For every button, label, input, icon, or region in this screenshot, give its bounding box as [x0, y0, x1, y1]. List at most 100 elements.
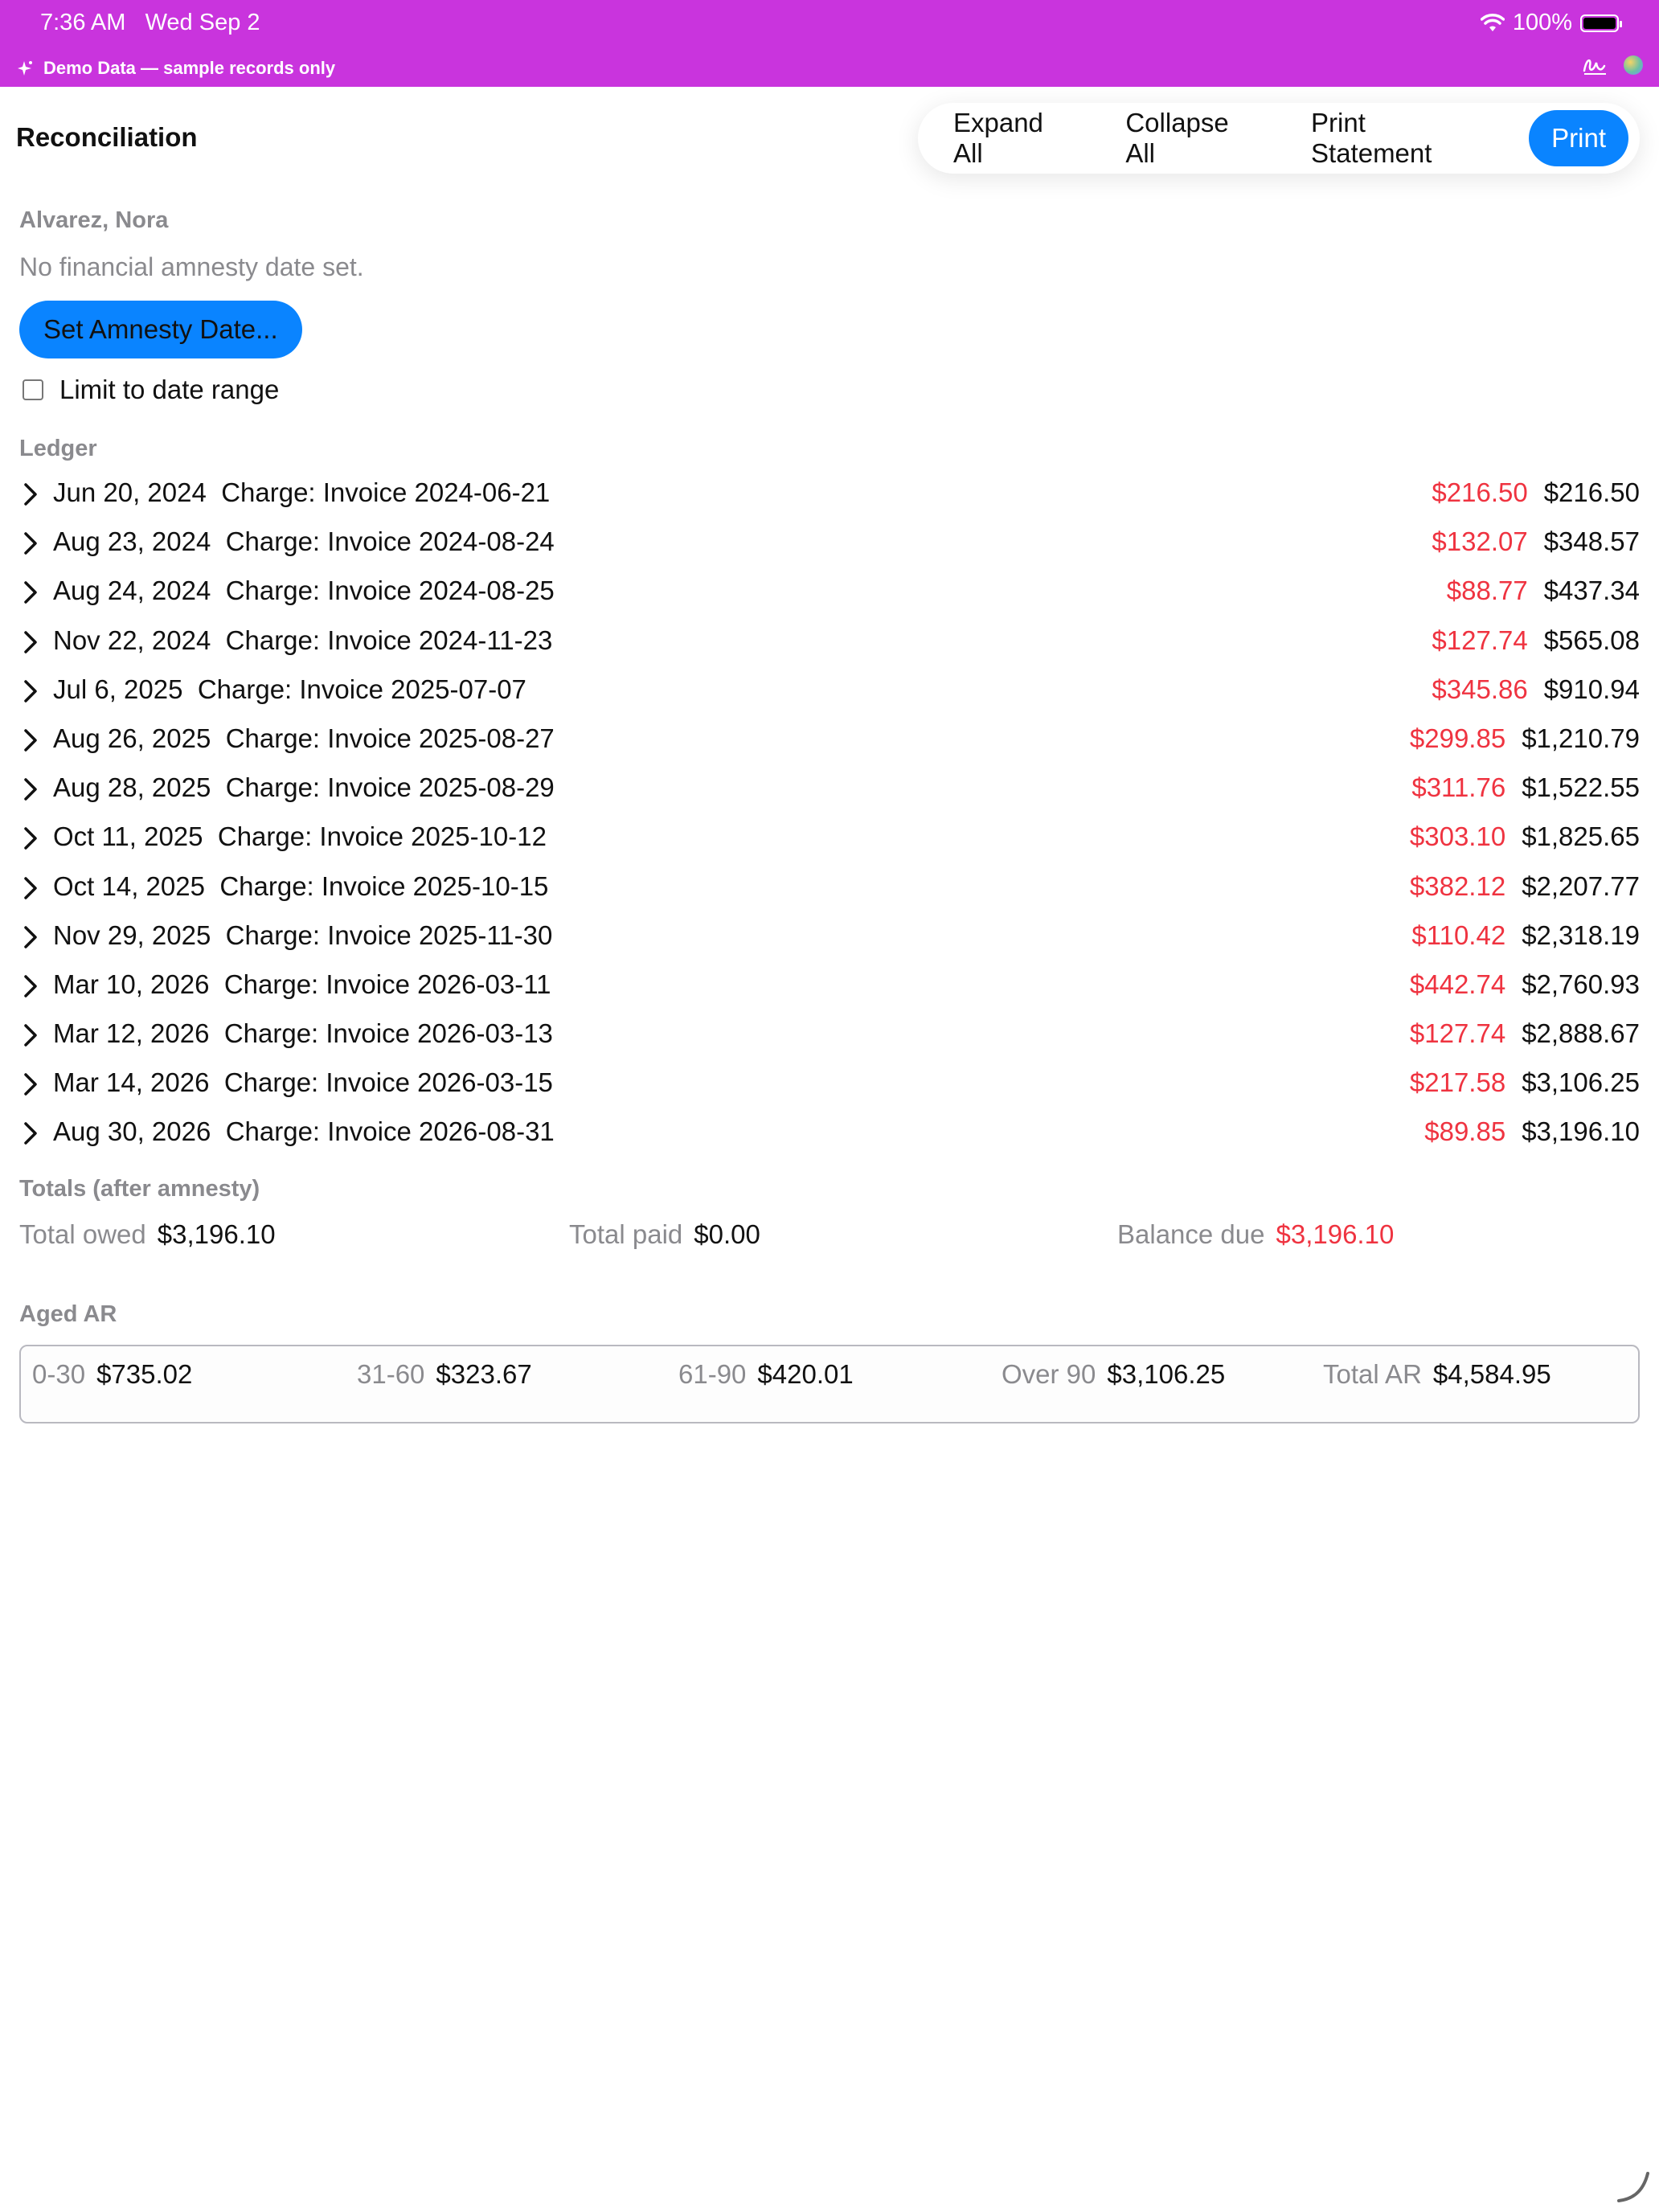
ledger-description: Charge: Invoice 2024-11-23 [225, 625, 553, 655]
toolbar: Expand All Collapse All Print Statement … [918, 103, 1640, 174]
ledger-amounts: $299.85 $1,210.79 [1410, 723, 1640, 754]
ledger-description: Charge: Invoice 2025-10-15 [219, 870, 549, 901]
ledger-row-text: Mar 14, 2026 Charge: Invoice 2026-03-15 [53, 1067, 553, 1098]
ledger-row[interactable]: Jul 6, 2025 Charge: Invoice 2025-07-07 $3… [0, 666, 1659, 715]
chevron-right-icon[interactable] [19, 776, 42, 803]
ledger-date: Mar 10, 2026 [53, 969, 210, 999]
ledger-running-balance: $2,207.77 [1522, 870, 1640, 901]
ledger-date: Aug 26, 2025 [53, 723, 211, 753]
totals-label: Totals (after amnesty) [19, 1176, 260, 1202]
chevron-right-icon[interactable] [19, 678, 42, 705]
ledger-amounts: $89.85 $3,196.10 [1424, 1116, 1640, 1147]
ledger-amount: $217.58 [1409, 1067, 1506, 1098]
total-paid-value: $0.00 [694, 1219, 760, 1249]
ledger-description: Charge: Invoice 2026-03-11 [223, 969, 551, 999]
aged-bucket-0-30: 0-30 $735.02 [32, 1359, 192, 1390]
aged-bucket-value: $3,106.25 [1107, 1359, 1226, 1389]
ledger-row[interactable]: Aug 24, 2024 Charge: Invoice 2024-08-25 $… [0, 567, 1659, 616]
amnesty-status: No financial amnesty date set. [19, 252, 364, 281]
ledger-row[interactable]: Aug 23, 2024 Charge: Invoice 2024-08-24 $… [0, 518, 1659, 567]
aged-bucket-value: $323.67 [436, 1359, 532, 1389]
ledger-amounts: $303.10 $1,825.65 [1410, 821, 1640, 852]
ledger-amount: $89.85 [1424, 1116, 1506, 1147]
chevron-right-icon[interactable] [19, 825, 42, 852]
ledger-row-text: Oct 14, 2025 Charge: Invoice 2025-10-15 [53, 871, 548, 902]
chevron-right-icon[interactable] [19, 924, 42, 951]
chevron-right-icon[interactable] [19, 1022, 42, 1049]
aged-bucket-label: 31-60 [357, 1359, 425, 1389]
handwriting-icon[interactable] [1582, 55, 1609, 76]
chevron-right-icon[interactable] [19, 629, 42, 656]
ledger-amounts: $216.50 $216.50 [1432, 477, 1640, 508]
aged-bucket-61-90: 61-90 $420.01 [678, 1359, 854, 1390]
ledger-amount: $110.42 [1411, 920, 1506, 950]
print-statement-button[interactable]: Print Statement [1287, 108, 1516, 169]
ledger-row[interactable]: Mar 12, 2026 Charge: Invoice 2026-03-13 $… [0, 1010, 1659, 1059]
status-time-text: 7:36 AM [40, 10, 126, 35]
ledger-row[interactable]: Mar 10, 2026 Charge: Invoice 2026-03-11 $… [0, 961, 1659, 1010]
ledger-running-balance: $1,825.65 [1522, 821, 1640, 852]
expand-all-button[interactable]: Expand All [929, 108, 1101, 169]
ledger-row[interactable]: Aug 30, 2026 Charge: Invoice 2026-08-31 $… [0, 1108, 1659, 1157]
set-amnesty-date-button[interactable]: Set Amnesty Date... [19, 301, 302, 358]
ledger-row[interactable]: Nov 22, 2024 Charge: Invoice 2024-11-23 $… [0, 617, 1659, 666]
ledger-row-text: Mar 12, 2026 Charge: Invoice 2026-03-13 [53, 1018, 553, 1049]
ledger-amount: $88.77 [1446, 576, 1528, 606]
siri-orb-icon[interactable] [1624, 55, 1643, 75]
ledger-row-text: Aug 24, 2024 Charge: Invoice 2024-08-25 [53, 576, 555, 606]
total-owed: Total owed $3,196.10 [19, 1219, 276, 1250]
aged-bucket-value: $4,584.95 [1432, 1359, 1551, 1389]
chevron-right-icon[interactable] [19, 973, 42, 1000]
chevron-right-icon[interactable] [19, 481, 42, 508]
ledger-row[interactable]: Mar 14, 2026 Charge: Invoice 2026-03-15 $… [0, 1059, 1659, 1108]
ledger-amount: $345.86 [1432, 674, 1528, 704]
total-paid-label: Total paid [569, 1219, 683, 1249]
aged-bucket-over-90: Over 90 $3,106.25 [1002, 1359, 1225, 1390]
status-extra-icons [1582, 55, 1643, 76]
ledger-amount: $303.10 [1409, 821, 1506, 852]
limit-date-range-row[interactable]: Limit to date range [23, 375, 279, 405]
ledger-running-balance: $2,760.93 [1522, 969, 1640, 999]
limit-date-range-checkbox[interactable] [23, 379, 43, 400]
ledger-label: Ledger [19, 436, 97, 461]
chevron-right-icon[interactable] [19, 1120, 42, 1147]
ledger-row-text: Nov 22, 2024 Charge: Invoice 2024-11-23 [53, 625, 552, 656]
patient-name: Alvarez, Nora [19, 207, 169, 233]
collapse-all-button[interactable]: Collapse All [1101, 108, 1287, 169]
ledger-row[interactable]: Nov 29, 2025 Charge: Invoice 2025-11-30 $… [0, 912, 1659, 961]
battery-percent: 100% [1512, 10, 1572, 35]
battery-icon [1580, 14, 1622, 32]
resize-handle-icon[interactable] [1616, 2169, 1651, 2204]
total-paid: Total paid $0.00 [569, 1219, 760, 1250]
ledger-date: Aug 23, 2024 [53, 526, 211, 557]
ledger-row[interactable]: Aug 28, 2025 Charge: Invoice 2025-08-29 $… [0, 764, 1659, 813]
print-button[interactable]: Print [1529, 110, 1628, 166]
chevron-right-icon[interactable] [19, 579, 42, 606]
status-right: 100% [1480, 10, 1622, 36]
ledger-row[interactable]: Oct 11, 2025 Charge: Invoice 2025-10-12 $… [0, 813, 1659, 862]
ledger-row-text: Oct 11, 2025 Charge: Invoice 2025-10-12 [53, 821, 547, 852]
ledger-amounts: $127.74 $2,888.67 [1410, 1018, 1640, 1049]
ledger-description: Charge: Invoice 2025-10-12 [217, 821, 547, 852]
ledger-amounts: $442.74 $2,760.93 [1410, 969, 1640, 1000]
ledger-date: Oct 14, 2025 [53, 870, 205, 901]
ledger-row[interactable]: Jun 20, 2024 Charge: Invoice 2024-06-21 $… [0, 469, 1659, 518]
ledger-amount: $311.76 [1411, 772, 1506, 803]
ledger-row[interactable]: Oct 14, 2025 Charge: Invoice 2025-10-15 $… [0, 863, 1659, 912]
wifi-icon [1480, 13, 1505, 31]
chevron-right-icon[interactable] [19, 727, 42, 754]
chevron-right-icon[interactable] [19, 875, 42, 902]
ledger-date: Aug 30, 2026 [53, 1116, 211, 1147]
balance-due: Balance due $3,196.10 [1117, 1219, 1394, 1250]
ledger-description: Charge: Invoice 2025-08-27 [225, 723, 555, 753]
chevron-right-icon[interactable] [19, 1071, 42, 1098]
ledger-list: Jun 20, 2024 Charge: Invoice 2024-06-21 $… [0, 469, 1659, 1158]
ledger-row-text: Jun 20, 2024 Charge: Invoice 2024-06-21 [53, 477, 550, 508]
demo-banner: Demo Data — sample records only [18, 58, 335, 79]
ledger-running-balance: $3,106.25 [1522, 1067, 1640, 1098]
status-bar: 7:36 AM Wed Sep 2 100% Demo Data — sampl… [0, 0, 1659, 87]
ledger-date: Aug 28, 2025 [53, 772, 211, 803]
aged-bucket-label: 61-90 [678, 1359, 747, 1389]
ledger-row[interactable]: Aug 26, 2025 Charge: Invoice 2025-08-27 $… [0, 715, 1659, 764]
chevron-right-icon[interactable] [19, 530, 42, 557]
